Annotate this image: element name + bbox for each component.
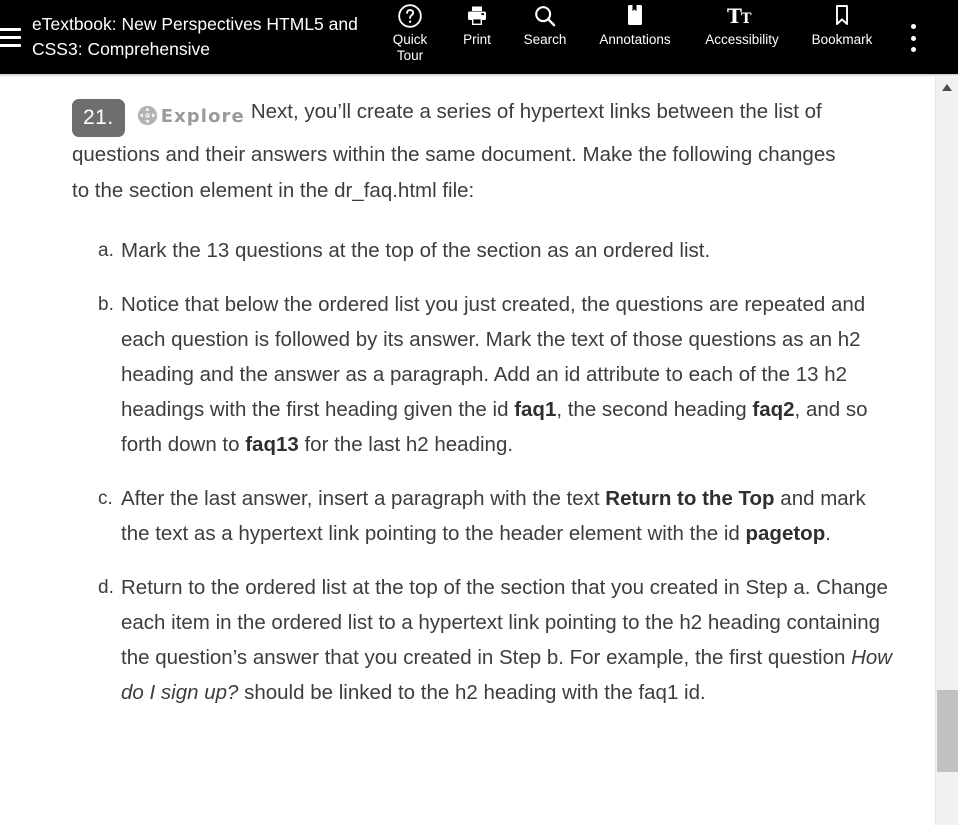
substep-marker: c. xyxy=(98,488,113,509)
search-button[interactable]: Search xyxy=(508,0,582,47)
exercise-content: 21. Explore Next, you’ll create a series o… xyxy=(0,77,935,710)
step-21-paragraph: 21. Explore Next, you’ll create a series o… xyxy=(72,94,844,209)
step-number-badge: 21. xyxy=(72,99,125,137)
toolbar-button-group: Quick Tour Print Search Annotations T T … xyxy=(372,0,888,74)
explore-label: Explore xyxy=(160,106,245,127)
print-button[interactable]: Print xyxy=(446,0,508,47)
text-run: Return to the ordered list at the top of… xyxy=(121,576,888,669)
print-label: Print xyxy=(463,32,491,47)
search-label: Search xyxy=(523,32,567,47)
substep-a-text: Mark the 13 questions at the top of the … xyxy=(121,233,893,268)
printer-icon xyxy=(464,2,490,30)
accessibility-label: Accessibility xyxy=(705,32,779,47)
text-run: , the second heading xyxy=(556,398,753,421)
text-run: faq2 xyxy=(752,398,795,421)
quick-tour-label: Quick Tour xyxy=(392,32,428,63)
explore-tag: Explore xyxy=(137,98,245,135)
svg-text:T: T xyxy=(727,4,742,28)
substep-b: b. Notice that below the ordered list yo… xyxy=(0,287,893,462)
text-run: for the last h2 heading. xyxy=(298,433,514,456)
text-run: faq13 xyxy=(245,433,299,456)
kebab-dot xyxy=(910,47,916,52)
kebab-dot xyxy=(910,35,916,41)
substep-d-text: Return to the ordered list at the top of… xyxy=(121,570,893,710)
substep-c: c. After the last answer, insert a parag… xyxy=(0,481,893,551)
substep-list: a. Mark the 13 questions at the top of t… xyxy=(0,233,935,710)
substep-b-text: Notice that below the ordered list you j… xyxy=(121,287,893,462)
hamburger-bar xyxy=(0,35,21,39)
question-circle-icon xyxy=(397,2,423,30)
top-toolbar: eTextbook: New Perspectives HTML5 and CS… xyxy=(0,0,958,74)
scroll-up-arrow-icon[interactable] xyxy=(936,77,958,97)
kebab-dot xyxy=(910,24,916,29)
substep-a: a. Mark the 13 questions at the top of t… xyxy=(0,233,893,268)
substep-c-text: After the last answer, insert a paragrap… xyxy=(121,481,893,551)
text-run: pagetop xyxy=(745,522,826,545)
text-run: . xyxy=(825,522,831,545)
hamburger-menu-icon[interactable] xyxy=(0,27,21,47)
substep-d: d. Return to the ordered list at the top… xyxy=(0,570,893,710)
quick-tour-button[interactable]: Quick Tour xyxy=(374,0,446,64)
text-size-icon: T T xyxy=(727,2,757,30)
book-title: eTextbook: New Perspectives HTML5 and CS… xyxy=(32,14,358,59)
substep-marker: b. xyxy=(98,294,114,315)
bookmark-button[interactable]: Bookmark xyxy=(796,0,888,47)
text-run: Mark the 13 questions at the top of the … xyxy=(121,239,711,262)
magnifier-icon xyxy=(532,2,558,30)
accessibility-button[interactable]: T T Accessibility xyxy=(688,0,796,47)
annotations-label: Annotations xyxy=(599,32,671,47)
bookmark-icon xyxy=(831,2,853,30)
kebab-menu-icon[interactable] xyxy=(905,24,921,52)
text-run: Return to the Top xyxy=(605,487,775,510)
hamburger-bar xyxy=(0,27,21,31)
vertical-scrollbar[interactable] xyxy=(935,77,958,825)
annotations-button[interactable]: Annotations xyxy=(582,0,688,47)
bookmark-label: Bookmark xyxy=(811,32,873,47)
note-bookmark-icon xyxy=(624,2,646,30)
text-run: should be linked to the h2 heading with … xyxy=(238,681,706,704)
ebook-page: 21. Explore Next, you’ll create a series o… xyxy=(0,77,935,825)
hamburger-bar xyxy=(0,43,21,47)
substep-marker: d. xyxy=(98,577,114,598)
text-run: faq1 xyxy=(514,398,557,421)
scrollbar-thumb[interactable] xyxy=(937,690,958,772)
substep-marker: a. xyxy=(98,240,114,261)
compass-arrows-icon xyxy=(137,102,158,126)
svg-text:T: T xyxy=(741,11,752,27)
text-run: After the last answer, insert a paragrap… xyxy=(121,487,606,510)
